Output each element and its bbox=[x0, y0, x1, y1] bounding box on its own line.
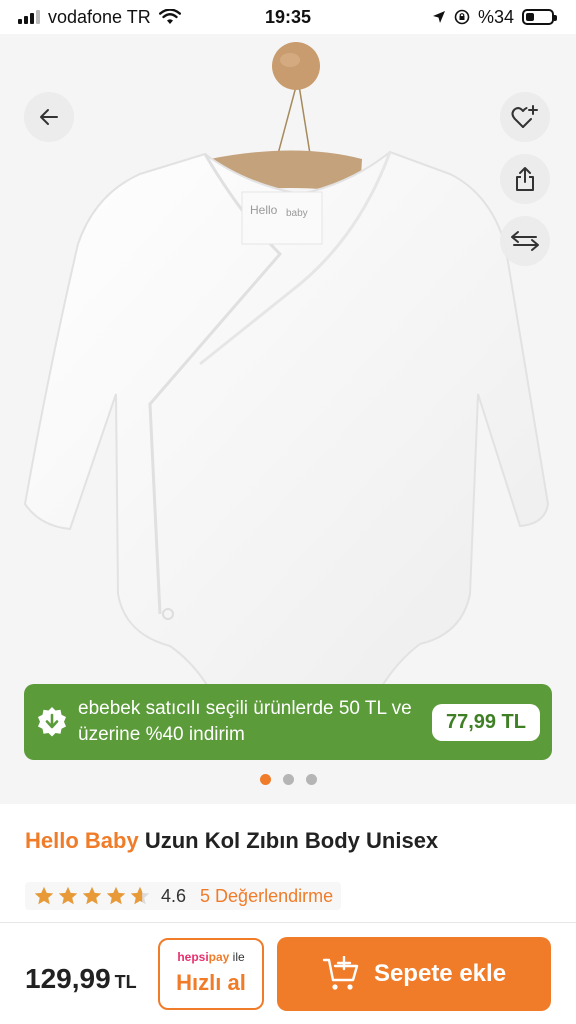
add-to-favorites-button[interactable] bbox=[500, 92, 550, 142]
star-icon bbox=[34, 886, 54, 905]
cellular-signal-icon bbox=[18, 10, 40, 24]
price-currency: TL bbox=[114, 972, 137, 992]
brand-link[interactable]: Hello Baby bbox=[25, 828, 139, 853]
orientation-lock-icon bbox=[454, 9, 470, 25]
rating-summary[interactable]: 4.6 5 Değerlendirme bbox=[25, 882, 342, 910]
gallery-pagination bbox=[0, 774, 576, 785]
share-icon bbox=[516, 167, 534, 191]
star-icon bbox=[106, 886, 126, 905]
add-to-cart-button[interactable]: Sepete ekle bbox=[277, 937, 551, 1011]
hepsipay-brand-a: hepsi bbox=[177, 950, 209, 964]
status-left: vodafone TR bbox=[18, 7, 181, 28]
rating-stars bbox=[33, 885, 151, 907]
share-button[interactable] bbox=[500, 154, 550, 204]
star-icon bbox=[130, 886, 150, 905]
promo-price-badge: 77,99 TL bbox=[431, 703, 540, 741]
hepsipay-label: hepsipay ile bbox=[160, 950, 262, 964]
rating-value: 4.6 bbox=[161, 885, 187, 906]
promo-text: ebebek satıcılı seçili ürünlerde 50 TL v… bbox=[78, 698, 412, 745]
gallery-dot[interactable] bbox=[282, 774, 294, 785]
carrier-label: vodafone TR bbox=[48, 6, 151, 27]
quick-buy-button[interactable]: hepsipay ile Hızlı al bbox=[158, 938, 264, 1010]
product-title: Hello Baby Uzun Kol Zıbın Body Unisex bbox=[25, 828, 438, 854]
wifi-icon bbox=[158, 9, 181, 24]
star-icon bbox=[58, 886, 78, 905]
arrow-left-icon bbox=[40, 109, 58, 125]
back-button[interactable] bbox=[24, 92, 74, 142]
battery-fill bbox=[526, 13, 535, 21]
svg-text:Hello: Hello bbox=[250, 203, 278, 217]
gallery-dot[interactable] bbox=[305, 774, 317, 785]
status-bar: vodafone TR 19:35 %34 bbox=[0, 0, 576, 34]
price-value: 129,99 bbox=[25, 963, 111, 994]
quick-buy-label: Hızlı al bbox=[176, 970, 246, 995]
reviews-link[interactable]: 5 Değerlendirme bbox=[200, 886, 333, 907]
product-name: Uzun Kol Zıbın Body Unisex bbox=[144, 828, 439, 853]
purchase-bar: 129,99 TL hepsipay ile Hızlı al Sepete ek… bbox=[0, 922, 576, 1024]
hepsipay-brand-b: pay bbox=[208, 950, 230, 964]
battery-icon bbox=[522, 9, 557, 25]
product-price: 129,99 TL bbox=[25, 963, 137, 995]
gallery-dot[interactable] bbox=[259, 774, 271, 785]
heart-plus-icon bbox=[511, 105, 538, 128]
promo-banner[interactable]: ebebek satıcılı seçili ürünlerde 50 TL v… bbox=[24, 684, 552, 760]
battery-percent: %34 bbox=[477, 6, 514, 27]
discount-badge-icon bbox=[38, 707, 66, 737]
svg-text:baby: baby bbox=[286, 208, 308, 219]
add-to-cart-label: Sepete ekle bbox=[373, 960, 507, 987]
hepsipay-suffix: ile bbox=[229, 950, 245, 964]
status-right: %34 bbox=[432, 6, 557, 28]
compare-button[interactable] bbox=[500, 216, 550, 266]
compare-arrows-icon bbox=[511, 231, 539, 251]
location-arrow-icon bbox=[432, 11, 445, 23]
star-icon bbox=[82, 886, 102, 905]
cart-plus-icon bbox=[322, 956, 359, 990]
